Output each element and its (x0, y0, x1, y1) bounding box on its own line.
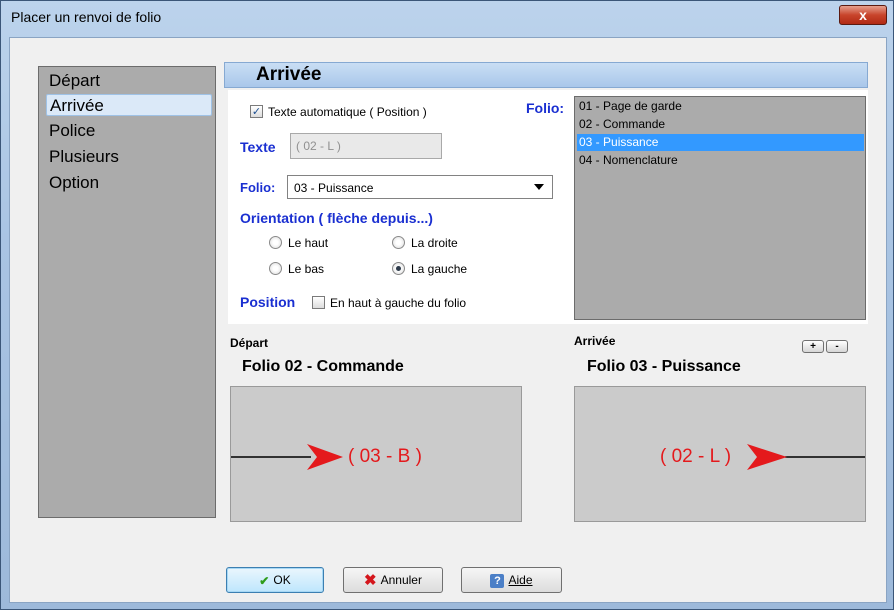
radio-le-bas[interactable] (269, 262, 282, 275)
depart-folio-title: Folio 02 - Commande (242, 358, 404, 375)
chevron-down-icon[interactable] (534, 184, 544, 190)
close-icon: x (859, 7, 867, 23)
check-mark-icon: ✓ (251, 106, 262, 118)
folio-list-item-selected[interactable]: 03 - Puissance (577, 134, 864, 151)
cancel-button-label: Annuler (380, 573, 422, 587)
close-button[interactable]: x (839, 5, 887, 25)
orientation-label: Orientation ( flèche depuis...) (240, 210, 433, 226)
ok-button[interactable]: ✔ OK (226, 567, 324, 593)
texte-label: Texte (240, 139, 276, 155)
radio-le-haut[interactable] (269, 236, 282, 249)
folio-list-item[interactable]: 01 - Page de garde (577, 98, 864, 115)
arrivee-ref-text: ( 02 - L ) (660, 446, 732, 467)
radio-le-bas-label: Le bas (288, 262, 325, 276)
auto-text-label: Texte automatique ( Position ) (268, 105, 427, 119)
nav-item-plusieurs[interactable]: Plusieurs (46, 146, 212, 168)
folio-list-item[interactable]: 02 - Commande (577, 116, 864, 133)
cancel-button[interactable]: ✖ Annuler (343, 567, 443, 593)
radio-la-gauche-label: La gauche (411, 262, 468, 276)
texte-field[interactable]: ( 02 - L ) (290, 133, 442, 159)
nav-item-option[interactable]: Option (46, 172, 212, 194)
nav-item-arrivee[interactable]: Arrivée (46, 94, 212, 116)
radio-la-gauche[interactable] (392, 262, 405, 275)
folio-combo[interactable]: 03 - Puissance (287, 175, 553, 199)
window-title: Placer un renvoi de folio (11, 9, 162, 25)
section-title: Arrivée (256, 64, 322, 85)
radio-la-droite[interactable] (392, 236, 405, 249)
help-icon: ? (490, 573, 505, 588)
nav-item-police[interactable]: Police (46, 120, 212, 142)
auto-text-checkbox[interactable]: ✓ (250, 105, 263, 118)
zoom-out-button[interactable]: - (826, 340, 848, 353)
ok-button-label: OK (273, 573, 291, 587)
position-label: Position (240, 294, 296, 310)
title-bar: Placer un renvoi de folio (1, 1, 894, 37)
position-checkbox[interactable] (312, 296, 325, 309)
arrow-right-icon (307, 444, 343, 470)
arrivee-folio-title: Folio 03 - Puissance (587, 358, 741, 375)
x-icon: ✖ (364, 571, 377, 589)
depart-ref-text: ( 03 - B ) (348, 446, 422, 467)
position-option-label: En haut à gauche du folio (330, 296, 467, 310)
nav-item-depart[interactable]: Départ (46, 70, 212, 92)
radio-la-droite-label: La droite (411, 236, 458, 250)
folio-list-label: Folio: (526, 100, 565, 116)
folio-combo-label: Folio: (240, 180, 276, 195)
check-icon: ✔ (259, 573, 270, 588)
depart-preview-label: Départ (230, 336, 269, 350)
zoom-in-button[interactable]: + (802, 340, 824, 353)
radio-le-haut-label: Le haut (288, 236, 329, 250)
arrivee-preview-label: Arrivée (574, 334, 616, 348)
folio-list-item[interactable]: 04 - Nomenclature (577, 152, 864, 169)
arrow-right-icon (747, 444, 787, 470)
help-button[interactable]: ? Aide (461, 567, 562, 593)
help-button-label: Aide (508, 573, 533, 587)
